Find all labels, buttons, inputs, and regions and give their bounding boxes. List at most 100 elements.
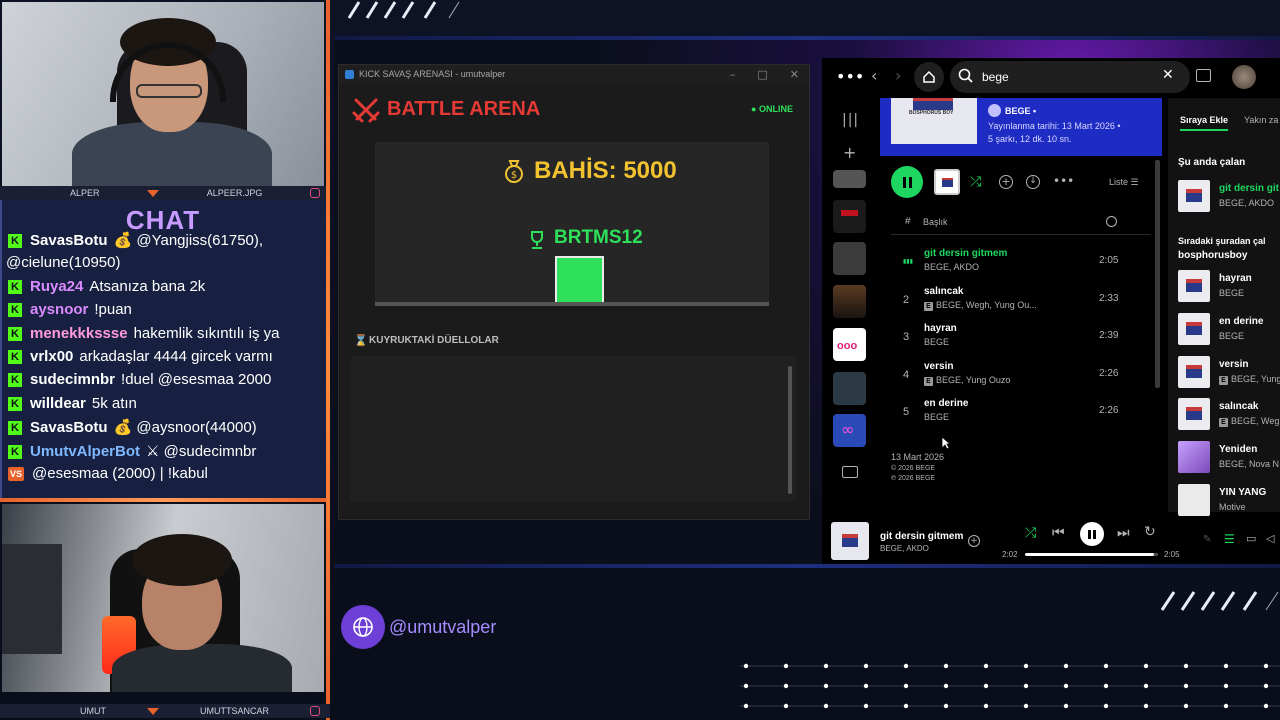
shuffle-icon[interactable]: ⤮ — [970, 174, 981, 190]
search-input[interactable]: bege — [982, 70, 1009, 84]
queue-art — [1178, 484, 1210, 516]
list-icon: ☰ — [1130, 177, 1139, 187]
forward-icon[interactable]: › — [895, 66, 901, 85]
scrollbar[interactable] — [788, 366, 792, 494]
chat-username[interactable]: vrlx00 — [30, 348, 73, 365]
queue-item[interactable]: versin E BEGE, Yung — [1178, 355, 1280, 388]
folder-icon[interactable] — [842, 466, 858, 478]
previous-icon[interactable]: ⏮ — [1052, 525, 1065, 541]
track-duration: 2:39 — [1099, 330, 1119, 342]
slash-decoration-bottom — [1158, 590, 1280, 612]
chat-username[interactable]: SavasBotu — [30, 419, 108, 436]
library-item[interactable] — [833, 372, 866, 405]
track-row[interactable]: 2 salıncak E BEGE, Wegh, Yung Ou... 2:33 — [891, 285, 1151, 315]
player-pause-button[interactable] — [1080, 522, 1104, 546]
download-icon[interactable]: ↓ — [1026, 175, 1040, 189]
create-playlist-icon[interactable]: + — [843, 143, 856, 162]
browse-icon[interactable] — [1196, 69, 1211, 82]
kick-badge-icon: K — [8, 350, 22, 364]
player-artists[interactable]: BEGE, AKDO — [880, 544, 929, 553]
clear-search-icon[interactable]: ✕ — [1162, 67, 1174, 83]
chat-username[interactable]: menekkkssse — [30, 325, 128, 342]
queue-item[interactable]: hayran BEGE — [1178, 270, 1280, 302]
library-item[interactable] — [833, 170, 866, 188]
chat-username[interactable]: Ruya24 — [30, 278, 83, 295]
next-icon[interactable]: ⏭ — [1117, 525, 1130, 541]
chat-text: !puan — [94, 301, 132, 319]
add-to-playlist-icon[interactable]: + — [968, 535, 980, 547]
queue-item[interactable]: Yeniden BEGE, Nova N — [1178, 441, 1280, 474]
track-artists[interactable]: E BEGE, Wegh, Yung Ou... — [924, 300, 1037, 311]
track-duration: 2:26 — [1099, 367, 1119, 379]
now-playing-view-icon[interactable]: ✎ — [1203, 534, 1211, 545]
library-item[interactable]: ∞ — [833, 414, 866, 447]
avatar[interactable] — [1232, 65, 1256, 89]
track-row[interactable]: 4 versin E BEGE, Yung Ouzo 2:26 — [891, 360, 1151, 390]
repeat-icon[interactable]: ↻ — [1144, 524, 1156, 540]
library-item[interactable] — [833, 285, 866, 318]
globe-icon — [353, 617, 373, 637]
album-thumb-button[interactable] — [934, 169, 960, 195]
track-title[interactable]: versin — [924, 361, 953, 372]
player-title[interactable]: git dersin gitmem — [880, 531, 963, 542]
library-icon[interactable]: ||| — [842, 112, 859, 128]
progress-track[interactable] — [1025, 553, 1158, 556]
volume-icon[interactable]: ◁ — [1266, 532, 1274, 545]
recent-tab[interactable]: Yakın za — [1244, 115, 1278, 125]
clock-icon — [1106, 216, 1117, 227]
chat-text: !duel @esesmaa 2000 — [121, 371, 272, 389]
chat-username[interactable]: UmutvAlperBot — [30, 443, 140, 460]
track-row[interactable]: 5 en derine BEGE 2:26 — [891, 397, 1151, 427]
queue-art — [1178, 441, 1210, 474]
chat-username[interactable]: willdear — [30, 395, 86, 412]
track-title[interactable]: en derine — [924, 398, 968, 409]
chat-divider — [0, 498, 326, 502]
more-options-icon[interactable]: ••• — [836, 67, 864, 86]
bottom-divider — [335, 564, 1280, 568]
track-row[interactable]: 3 hayran BEGE 2:39 — [891, 322, 1151, 352]
queue-tab[interactable]: Sıraya Ekle — [1180, 115, 1229, 131]
album-artist[interactable]: BEGE • — [1005, 106, 1036, 116]
more-icon[interactable]: ••• — [1053, 174, 1074, 188]
close-button[interactable]: ✕ — [790, 68, 799, 81]
album-cover-text: BOSPHORUS BOY — [909, 110, 954, 116]
track-title[interactable]: hayran — [924, 323, 957, 334]
device-icon[interactable]: ▭ — [1246, 532, 1256, 545]
chat-message: Kaysnoor !puan — [8, 301, 132, 318]
queue-item[interactable]: salıncak E BEGE, Weg — [1178, 398, 1280, 431]
queue-item[interactable]: en derine BEGE — [1178, 312, 1280, 345]
chat-username[interactable]: aysnoor — [30, 301, 88, 318]
list-view-toggle[interactable]: Liste ☰ — [1109, 177, 1139, 188]
play-pause-button[interactable] — [891, 166, 923, 198]
library-item[interactable]: ooo — [833, 328, 866, 361]
track-title[interactable]: git dersin gitmem — [924, 248, 1007, 259]
maximize-button[interactable]: □ — [757, 68, 767, 81]
track-artists[interactable]: BEGE — [924, 412, 949, 422]
library-item[interactable] — [833, 242, 866, 275]
copyright-line: © 2026 BEGE — [891, 465, 936, 472]
home-button[interactable] — [914, 62, 944, 92]
track-artists[interactable]: BEGE, AKDO — [924, 262, 979, 272]
queue-icon[interactable]: ☰ — [1224, 532, 1235, 546]
glasses — [136, 84, 202, 98]
chat-username[interactable]: SavasBotu — [30, 232, 108, 249]
player-shuffle-icon[interactable]: ⤮ — [1025, 525, 1036, 541]
track-number: 5 — [903, 406, 910, 419]
explicit-icon: E — [924, 376, 933, 386]
back-icon[interactable]: ‹ — [871, 66, 877, 85]
queue-item[interactable]: YIN YANG Motive — [1178, 484, 1280, 516]
main-scrollbar[interactable] — [1155, 160, 1160, 388]
track-artists[interactable]: E BEGE, Yung Ouzo — [924, 375, 1010, 386]
queue-item-title: YIN YANG — [1219, 487, 1267, 498]
add-to-library-icon[interactable]: + — [999, 175, 1013, 189]
track-artists[interactable]: BEGE — [924, 337, 949, 347]
track-title[interactable]: salıncak — [924, 286, 963, 297]
next-from-source[interactable]: bosphorusboy — [1178, 250, 1247, 261]
chat-username[interactable]: sudecimnbr — [30, 371, 115, 388]
library-item[interactable] — [833, 200, 866, 233]
minimize-button[interactable]: – — [730, 68, 736, 81]
track-row[interactable]: ▮▮▮ git dersin gitmem BEGE, AKDO 2:05 — [891, 247, 1151, 277]
kick-badge-icon: K — [8, 444, 22, 459]
webcam-name-left: ALPER — [70, 188, 100, 198]
queue-now-item[interactable]: git dersin git BEGE, AKDO — [1178, 180, 1280, 212]
